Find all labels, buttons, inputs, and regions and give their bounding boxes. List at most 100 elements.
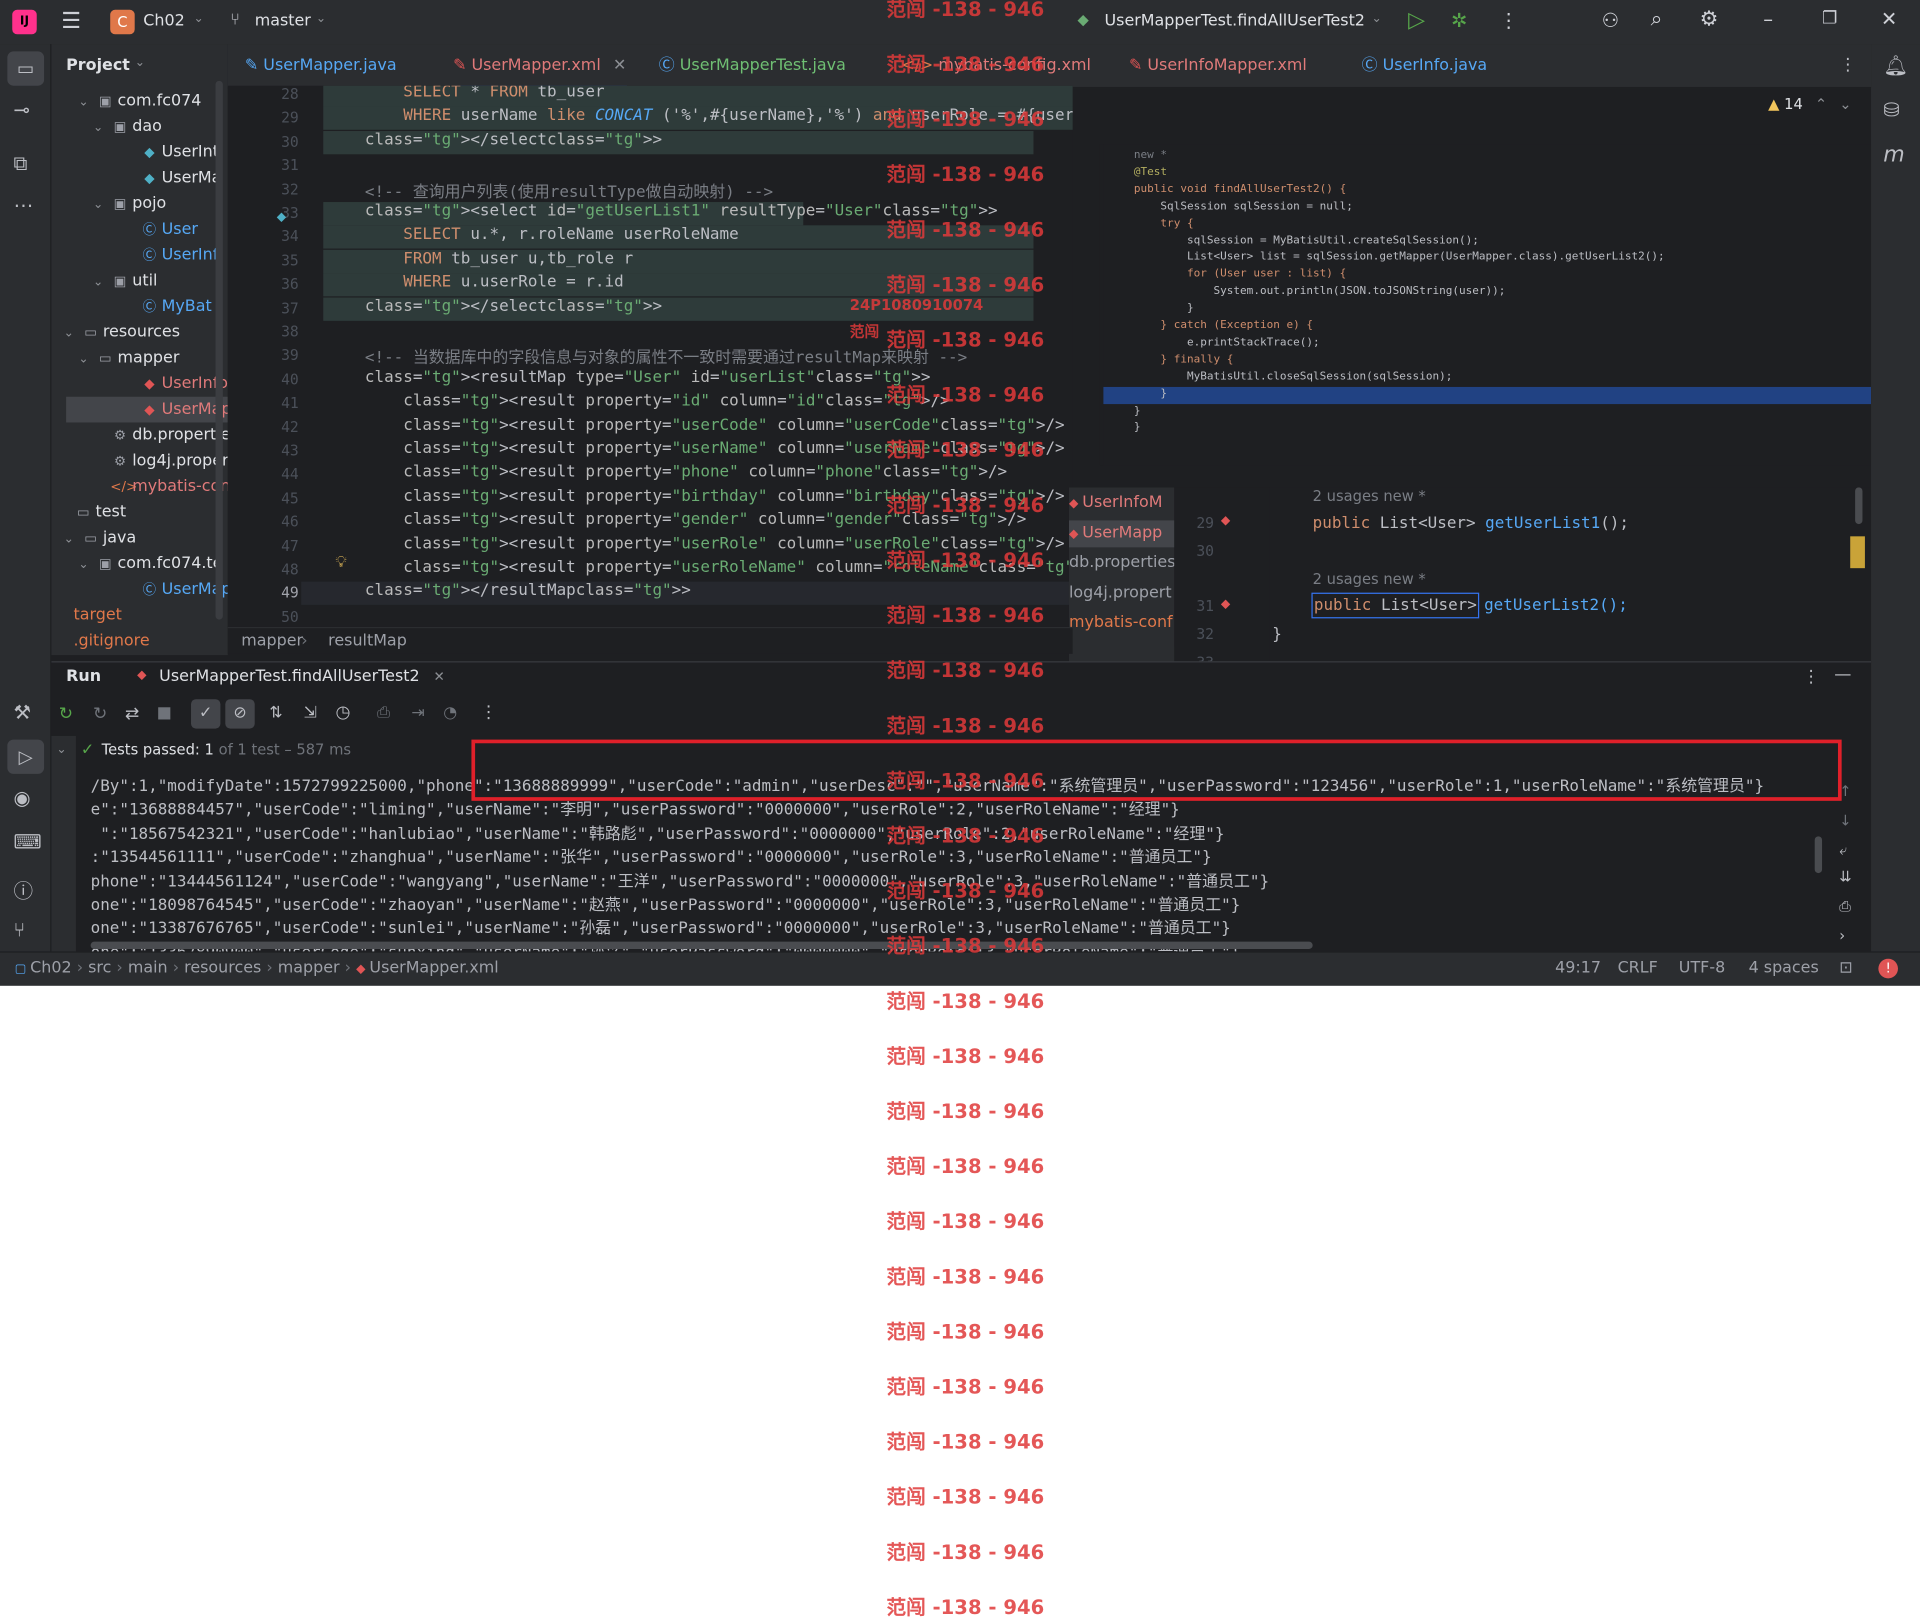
lightbulb-icon[interactable]: 💡︎ <box>336 553 347 571</box>
project-name-dropdown[interactable]: Ch02 <box>143 12 184 30</box>
project-tree-item[interactable]: ▭ test <box>56 500 126 526</box>
tab-options-icon[interactable]: ⋮ <box>1839 55 1856 75</box>
services-icon[interactable]: ◉ <box>13 786 30 809</box>
tab-userinfomapper-xml[interactable]: ✎ UserInfoMapper.xml <box>1129 44 1307 88</box>
toggle-autotest-icon[interactable]: ⇄ <box>125 704 139 724</box>
project-tree-item[interactable]: ⚙ db.properties <box>93 422 228 448</box>
rerun-failed-icon[interactable]: ↻ <box>93 704 107 724</box>
project-tree-item[interactable]: ⌄ ▣ com.fc074 <box>78 88 201 114</box>
warning-indicator[interactable]: ▲ 14 ⌃ ⌄ <box>1768 93 1851 115</box>
project-scrollbar[interactable] <box>215 80 223 620</box>
run-panel-title[interactable]: Run <box>66 667 101 685</box>
project-tree-item[interactable]: Ⓒ MyBat <box>122 294 212 320</box>
project-tool-icon[interactable]: ▭ <box>7 51 45 86</box>
stop-icon[interactable]: ■ <box>157 704 172 722</box>
run-config-tab[interactable]: UserMapperTest.findAllUserTest2 <box>159 667 419 685</box>
cursor-position[interactable]: 49:17 <box>1555 959 1601 977</box>
project-tree-item[interactable]: ⚙ log4j.propert <box>93 448 228 474</box>
project-tree-item[interactable]: ◆UserInfoM <box>122 371 228 397</box>
project-tree-item[interactable]: .gitignore <box>56 628 149 654</box>
project-tree-item[interactable]: Ⓒ User <box>122 217 198 243</box>
add-user-icon[interactable]: ⚇ <box>1602 9 1620 32</box>
branch-dropdown[interactable]: master <box>255 12 311 30</box>
chevron-up-icon[interactable]: ⌃ <box>1815 96 1827 113</box>
line-separator[interactable]: CRLF <box>1618 959 1658 977</box>
tab-usermapper-java[interactable]: ✎ UserMapper.java <box>245 44 397 88</box>
tree-chevron-icon[interactable]: ⌄ <box>78 89 95 115</box>
print-icon[interactable]: ⎙ <box>1839 898 1851 916</box>
sort-duration-icon[interactable]: ⇲ <box>304 704 317 722</box>
database-icon[interactable]: ⛁ <box>1883 98 1899 121</box>
project-tree-item[interactable]: ⌄ ▣ dao <box>93 114 162 140</box>
overlay-project-item[interactable]: mybatis-conf <box>1069 610 1174 637</box>
breadcrumb-item[interactable]: resultMap <box>328 632 407 650</box>
build-icon[interactable]: ⚒ <box>13 700 31 723</box>
notifications-icon[interactable]: 🔔︎ <box>1883 54 1908 77</box>
project-tree-item[interactable]: ⌄ ▭ mapper <box>78 345 179 371</box>
debug-icon[interactable]: ✲ <box>1451 9 1467 32</box>
close-tab-icon[interactable]: ✕ <box>613 56 626 74</box>
chevron-right-icon[interactable]: › <box>1839 927 1845 944</box>
project-tree-item[interactable]: ⌄ ▭ resources <box>64 320 180 346</box>
terminal-icon[interactable]: ⌨ <box>13 830 41 853</box>
project-tree-item[interactable]: ⌄ ▭ java <box>64 525 137 551</box>
history-icon[interactable]: ◷ <box>336 703 351 723</box>
project-tree-item[interactable]: ◆ UserInt <box>122 140 219 166</box>
console-scrollbar[interactable] <box>1814 836 1823 874</box>
search-icon[interactable]: ⌕ <box>1651 7 1663 31</box>
maven-icon[interactable]: m <box>1883 142 1904 168</box>
usages-hint[interactable]: 2 usages new * <box>1313 487 1426 504</box>
collapse-icon[interactable]: ⌄ <box>56 743 66 756</box>
project-panel-title[interactable]: Project <box>66 56 130 74</box>
file-encoding[interactable]: UTF-8 <box>1679 959 1725 977</box>
overlay-project-item[interactable]: db.properties <box>1069 550 1174 577</box>
project-tree-item[interactable]: </>mybatis-conf <box>93 474 228 500</box>
main-menu-icon[interactable]: ☰ <box>61 9 81 35</box>
tab-usermappertest-java[interactable]: Ⓒ UserMapperTest.java <box>659 44 846 88</box>
project-tree-item[interactable]: ⒸUserMapp <box>122 577 228 603</box>
import-icon[interactable]: ⇥ <box>411 704 424 722</box>
structure-icon[interactable]: ⧉ <box>13 152 27 176</box>
usages-hint[interactable]: 2 usages new * <box>1313 571 1426 588</box>
console-hscrollbar[interactable] <box>90 941 1313 949</box>
soft-wrap-icon[interactable]: ⤶ <box>1839 841 1847 859</box>
more-actions-icon[interactable]: ⋮ <box>1499 9 1519 32</box>
path-item[interactable]: mapper <box>278 959 340 977</box>
path-item[interactable]: Ch02 <box>30 959 71 977</box>
tree-chevron-icon[interactable]: ⌄ <box>64 527 81 553</box>
mapper-gutter-icon[interactable]: ◆ <box>1221 598 1230 611</box>
path-item[interactable]: UserMapper.xml <box>369 959 498 977</box>
show-passed-icon[interactable]: ✓ <box>191 699 221 729</box>
overlay-project-item[interactable]: ◆ UserMapp <box>1068 519 1175 547</box>
export-icon[interactable]: ⎙ <box>377 704 390 722</box>
git-icon[interactable]: ⑂ <box>13 918 25 941</box>
mapper-gutter-icon[interactable]: ◆ <box>277 211 286 224</box>
scroll-to-end-icon[interactable]: ⇊ <box>1839 868 1851 885</box>
project-tree-item[interactable]: ⌄ ▣ pojo <box>93 191 166 217</box>
minimize-icon[interactable]: – <box>1763 7 1773 30</box>
problems-icon[interactable]: ⓘ <box>13 874 33 903</box>
more-icon[interactable]: ⋮ <box>480 703 497 723</box>
project-tree-item[interactable]: ⌄ ▣ com.fc074.te <box>78 551 222 577</box>
hide-panel-icon[interactable]: — <box>1834 665 1851 685</box>
sort-alpha-icon[interactable]: ⇅ <box>269 704 282 722</box>
overlay-project-item[interactable]: log4j.propert <box>1069 580 1174 607</box>
more-tools-icon[interactable]: ⋯ <box>13 193 33 216</box>
indent-setting[interactable]: 4 spaces <box>1749 959 1819 977</box>
tree-chevron-icon[interactable]: ⌄ <box>78 552 95 578</box>
path-item[interactable]: src <box>88 959 111 977</box>
run-config-dropdown[interactable]: UserMapperTest.findAllUserTest2 <box>1104 12 1364 30</box>
tree-chevron-icon[interactable]: ⌄ <box>93 192 110 218</box>
arrow-down-icon[interactable]: ↓ <box>1839 812 1851 829</box>
path-item[interactable]: resources <box>184 959 261 977</box>
run-tool-icon[interactable]: ▷ <box>7 739 45 774</box>
chevron-down-icon[interactable]: ⌄ <box>1839 96 1851 113</box>
project-tree-item[interactable]: Ⓒ UserInf <box>122 242 219 268</box>
rerun-icon[interactable]: ↻ <box>59 704 73 724</box>
project-tree-item[interactable]: ⌄ ▣ util <box>93 268 157 294</box>
tree-chevron-icon[interactable]: ⌄ <box>78 347 95 373</box>
lock-icon[interactable]: ⊡ <box>1839 959 1852 977</box>
settings-gear-icon[interactable]: ⚙ <box>1700 7 1719 31</box>
breadcrumb-item[interactable]: mapper <box>241 632 303 650</box>
tree-chevron-icon[interactable]: ⌄ <box>64 321 81 347</box>
